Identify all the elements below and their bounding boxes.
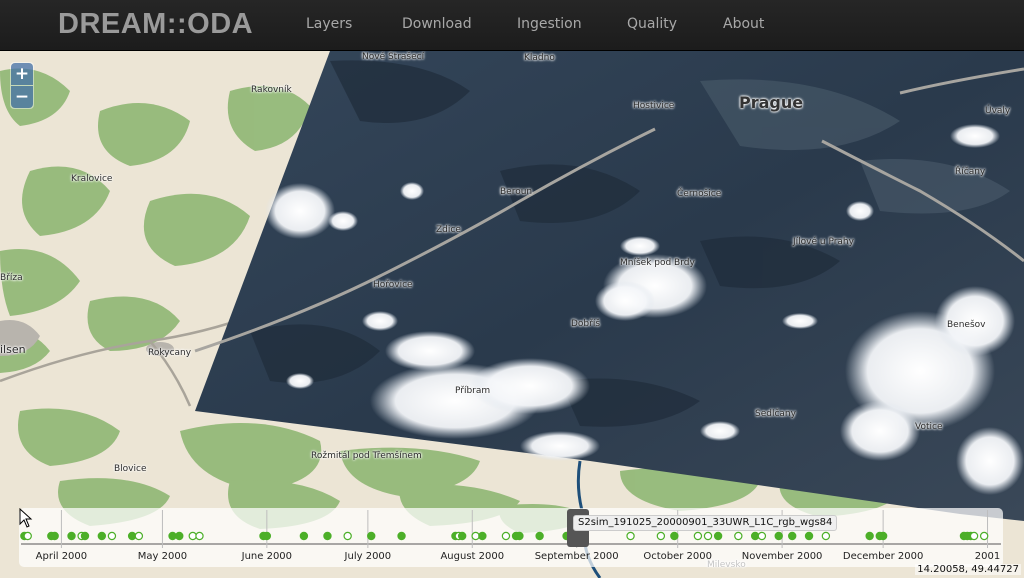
place-rokycany: Rokycany: [148, 348, 192, 358]
place-pribram: Příbram: [455, 386, 491, 396]
basemap: [0, 51, 1024, 578]
timeline-product-marker[interactable]: [515, 531, 524, 541]
timeline-product-marker[interactable]: [626, 531, 635, 541]
item-tooltip: S2sim_191025_20000901_33UWR_L1C_rgb_wgs8…: [573, 515, 838, 531]
top-navbar: DREAM::ODA Layers Download Ingestion Qua…: [0, 0, 1024, 51]
place-rozmital: Rožmitál pod Třemšínem: [311, 451, 422, 461]
timeline-product-marker[interactable]: [750, 531, 760, 541]
timeline-product-marker[interactable]: [703, 531, 713, 541]
nav-download[interactable]: Download: [402, 16, 472, 32]
timeline-product-marker[interactable]: [134, 531, 144, 541]
timeline-product-marker[interactable]: [979, 531, 989, 541]
timeline-month-label: August 2000: [440, 551, 504, 562]
timeline-product-marker[interactable]: [343, 531, 352, 541]
timeline-product-marker[interactable]: [323, 531, 332, 541]
place-kralovice: Kralovice: [71, 174, 113, 184]
place-kladno: Kladno: [524, 53, 555, 63]
timeline-product-marker[interactable]: [50, 531, 59, 541]
timeline-month-label: September 2000: [535, 551, 619, 562]
timeline-product-marker[interactable]: [969, 531, 979, 541]
timeline-month-label: April 2000: [36, 551, 87, 562]
place-nove-straseci: Nové Strašecí: [362, 52, 425, 62]
place-benesov: Benešov: [947, 320, 986, 330]
timeline-month-label: 2001: [975, 551, 1000, 562]
timeline-product-marker[interactable]: [262, 531, 272, 541]
timeline-product-marker[interactable]: [107, 531, 117, 541]
place-mnisek: Mníšek pod Brdy: [620, 258, 695, 268]
timeline-product-marker[interactable]: [367, 531, 376, 541]
nav-ingestion[interactable]: Ingestion: [517, 16, 582, 32]
mouse-cursor-icon: [19, 508, 33, 528]
place-uvaly: Úvaly: [985, 106, 1011, 116]
timeline-product-marker[interactable]: [804, 531, 814, 541]
timeline-product-marker[interactable]: [865, 531, 874, 541]
timeline-product-marker[interactable]: [821, 531, 831, 541]
timeline-product-marker[interactable]: [670, 531, 679, 541]
timeline-product-marker[interactable]: [734, 531, 743, 541]
zoom-in-button[interactable]: +: [11, 63, 33, 85]
timeline-product-marker[interactable]: [774, 531, 783, 541]
place-hostivice: Hostivice: [633, 101, 675, 111]
timeline-product-marker[interactable]: [175, 531, 184, 541]
timeline-product-marker[interactable]: [535, 531, 544, 541]
place-votice: Votice: [915, 422, 943, 432]
place-briza: Bříza: [0, 273, 23, 283]
timeline-product-marker[interactable]: [713, 531, 723, 541]
timeline-product-marker[interactable]: [80, 531, 90, 541]
mouse-position: 14.20058, 49.44727: [915, 564, 1021, 575]
timeline-product-marker[interactable]: [127, 531, 137, 541]
place-cernosice: Černošice: [677, 189, 722, 199]
map-viewport[interactable]: Nové Strašecí Kladno Rakovník Hostivice …: [0, 51, 1024, 578]
place-jilove: Jílové u Prahy: [793, 237, 854, 247]
zoom-out-button[interactable]: −: [11, 86, 33, 108]
timeline-month-label: December 2000: [843, 551, 923, 562]
timeline-month-label: October 2000: [643, 551, 712, 562]
timeline-product-marker[interactable]: [471, 531, 480, 541]
timeline-month-label: June 2000: [241, 551, 292, 562]
place-rakovnik: Rakovník: [251, 85, 292, 95]
nav-about[interactable]: About: [723, 16, 764, 32]
timeline-product-marker[interactable]: [188, 531, 197, 541]
timeline-product-marker[interactable]: [693, 531, 703, 541]
timeline-product-marker[interactable]: [878, 531, 888, 541]
timeline-product-marker[interactable]: [457, 531, 467, 541]
place-blovice: Blovice: [114, 464, 147, 474]
place-pilsen: ilsen: [0, 343, 26, 356]
timeline-product-marker[interactable]: [23, 531, 32, 541]
timeline-product-marker[interactable]: [788, 531, 797, 541]
timeline-product-marker[interactable]: [97, 531, 107, 541]
place-sedlcany: Sedlčany: [755, 409, 796, 419]
place-zdice: Zdice: [436, 225, 461, 235]
brand-logo[interactable]: DREAM::ODA: [58, 8, 253, 41]
timeline-month-label: July 2000: [344, 551, 392, 562]
place-beroun: Beroun: [500, 187, 533, 197]
timeline-month-label: November 2000: [742, 551, 823, 562]
timeline-product-marker[interactable]: [195, 531, 204, 541]
nav-layers[interactable]: Layers: [306, 16, 352, 32]
timeline-product-marker[interactable]: [501, 531, 511, 541]
timeline-canvas[interactable]: April 2000 May 2000 June 2000 July 2000 Augu…: [19, 508, 1003, 567]
nav-quality[interactable]: Quality: [627, 16, 677, 32]
place-ricany: Říčany: [955, 167, 986, 177]
timeline-product-marker[interactable]: [656, 531, 666, 541]
place-prague: Prague: [739, 93, 804, 112]
timeline-product-marker[interactable]: [478, 531, 487, 541]
timeline-product-marker[interactable]: [397, 531, 406, 541]
timeline-slider[interactable]: April 2000 May 2000 June 2000 July 2000 Augu…: [19, 508, 1003, 567]
timeline-product-marker[interactable]: [168, 531, 177, 541]
place-dobris: Dobříš: [571, 319, 601, 329]
timeline-month-label: May 2000: [138, 551, 187, 562]
timeline-product-marker[interactable]: [67, 531, 76, 541]
timeline-product-marker[interactable]: [757, 531, 767, 541]
zoom-control: + −: [10, 62, 34, 109]
timeline-product-marker[interactable]: [299, 531, 309, 541]
place-horovice: Hořovice: [373, 280, 413, 290]
